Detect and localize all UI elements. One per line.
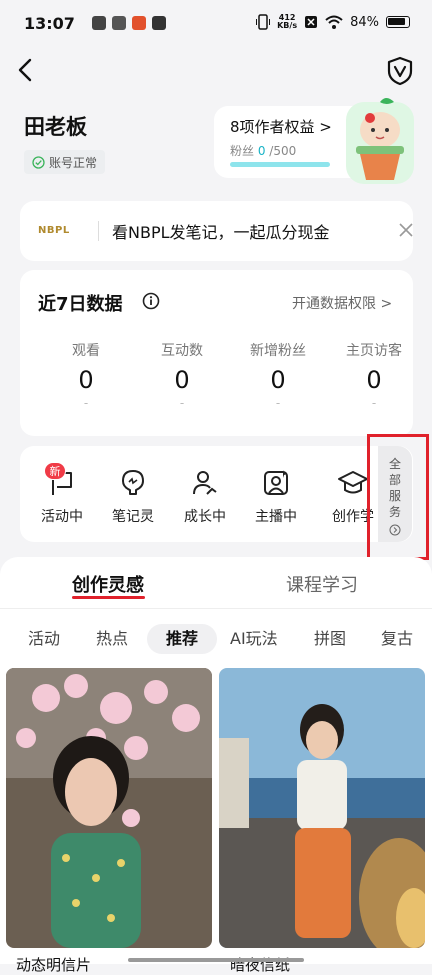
feed-card-1-image[interactable]: [6, 668, 212, 948]
photo-blossom-portrait: [6, 668, 212, 948]
status-bar: 13:07 412 KB/s 84%: [0, 0, 432, 46]
banner-divider: [98, 221, 99, 241]
notification-app-icon: [132, 16, 146, 30]
vibrate-icon: [256, 14, 271, 30]
feed-card-2-image[interactable]: [219, 668, 425, 948]
weekly-data-card: 近7日数据 开通数据权限 > 观看 0- 互动数 0- 新增粉丝 0- 主页访客 0-: [20, 270, 413, 436]
chip-activity[interactable]: 活动: [28, 624, 60, 654]
network-speed: 412 KB/s: [277, 13, 298, 30]
data-permission-link[interactable]: 开通数据权限 >: [292, 293, 392, 313]
stat-interactions[interactable]: 互动数 0-: [134, 340, 230, 410]
banner-text: 看NBPL发笔记，一起瓜分现金: [112, 223, 330, 242]
mascot-illustration: [346, 98, 414, 184]
sim-icon: [305, 16, 318, 28]
service-note-ideas[interactable]: 笔记灵: [103, 468, 163, 526]
back-arrow-icon[interactable]: [14, 56, 38, 84]
new-badge: 新: [44, 462, 66, 480]
fans-progress-bar: [230, 162, 330, 167]
highlight-box: [367, 434, 429, 560]
check-circle-icon: [32, 155, 45, 169]
chip-recommended[interactable]: 推荐: [147, 624, 217, 654]
shield-icon[interactable]: [386, 56, 414, 86]
stat-profile-visitors[interactable]: 主页访客 0-: [326, 340, 422, 410]
lightbulb-icon: [122, 470, 144, 495]
notification-app-icon: [112, 16, 126, 30]
chip-collage[interactable]: 拼图: [314, 624, 346, 654]
notification-app-icon: [152, 16, 166, 30]
home-indicator[interactable]: [128, 958, 304, 962]
nbpl-logo: NBPL: [38, 225, 70, 236]
battery-icon: [386, 16, 410, 28]
tab-courses[interactable]: 课程学习: [286, 571, 358, 597]
promo-banner[interactable]: NBPL 看NBPL发笔记，一起瓜分现金: [20, 201, 413, 261]
tab-inspiration[interactable]: 创作灵感: [72, 571, 144, 597]
photo-beach-portrait: [219, 668, 425, 948]
status-right: 412 KB/s 84%: [256, 14, 410, 30]
fans-progress-text: 粉丝 0 /500: [230, 144, 297, 158]
notification-app-icon: [92, 16, 106, 30]
chip-hot[interactable]: 热点: [96, 624, 128, 654]
tab-underline: [72, 596, 145, 599]
stat-new-fans[interactable]: 新增粉丝 0-: [230, 340, 326, 410]
graduation-cap-icon: [338, 471, 368, 494]
author-rights-title: 8项作者权益 >: [230, 118, 332, 136]
status-time: 13:07: [24, 14, 75, 33]
tab-divider: [0, 608, 432, 609]
wifi-icon: [325, 15, 343, 29]
chip-retro[interactable]: 复古: [381, 624, 413, 654]
chip-ai[interactable]: AI玩法: [230, 624, 278, 654]
profile-name: 田老板: [24, 115, 87, 139]
feed-card-1-caption[interactable]: 动态明信片: [16, 954, 91, 975]
notification-icons: [92, 16, 166, 30]
info-icon[interactable]: [142, 292, 160, 310]
battery-percent: 84%: [350, 14, 379, 30]
account-status-badge: 账号正常: [24, 150, 106, 174]
close-icon[interactable]: [397, 221, 415, 239]
service-growth[interactable]: 成长中: [175, 468, 235, 526]
weekly-data-title: 近7日数据: [38, 294, 123, 315]
user-growth-icon: [193, 471, 217, 495]
stat-views[interactable]: 观看 0-: [38, 340, 134, 410]
service-live[interactable]: 主播中: [246, 468, 306, 526]
live-portrait-icon: [264, 470, 288, 495]
services-card: 活动中 笔记灵 成长中 主播中 创作学: [20, 446, 413, 542]
account-status-text: 账号正常: [49, 155, 98, 170]
